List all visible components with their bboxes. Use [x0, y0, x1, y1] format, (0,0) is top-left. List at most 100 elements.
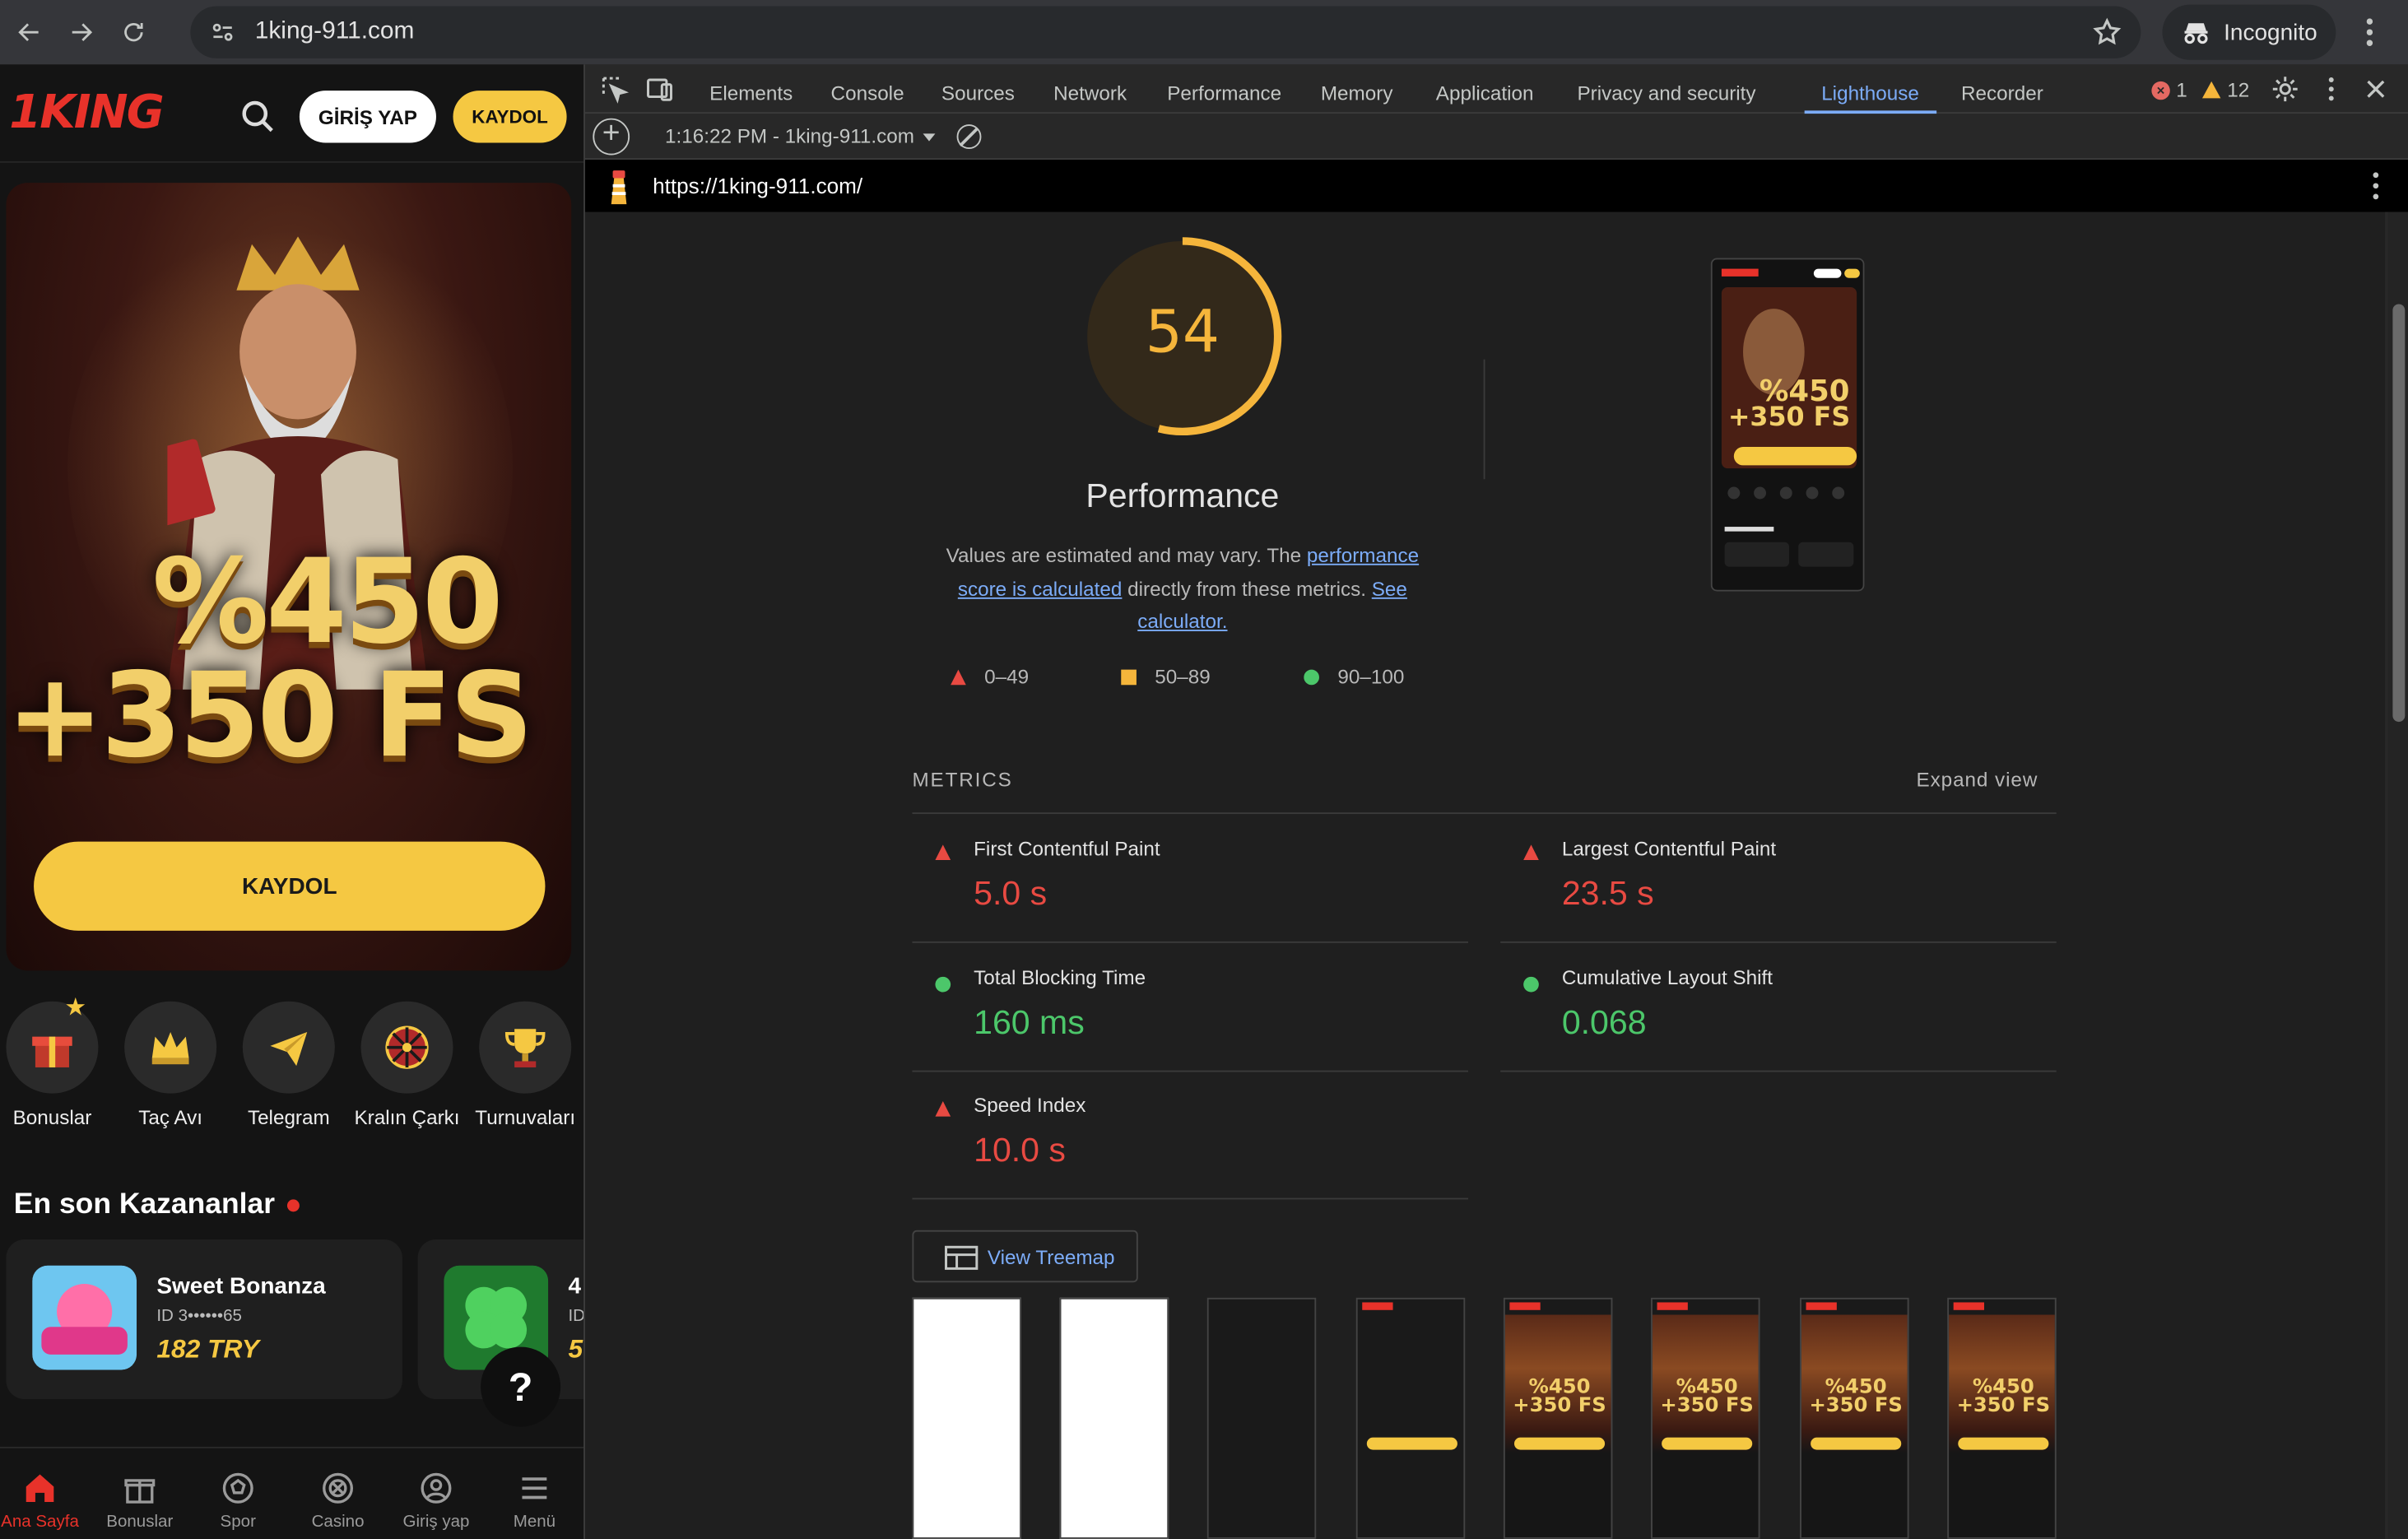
- quick-link-telegram[interactable]: Telegram: [230, 1001, 347, 1129]
- inspect-element-icon[interactable]: [599, 74, 630, 105]
- metric-speed-index: Speed Index 10.0 s: [912, 1072, 1468, 1200]
- tab-application[interactable]: Application: [1436, 64, 1534, 114]
- mini-logo: [1362, 1302, 1393, 1310]
- winner-id: ID 3••••••65: [156, 1307, 242, 1326]
- expand-view-toggle[interactable]: Expand view: [1916, 768, 2038, 791]
- soccer-ball-icon: [222, 1472, 253, 1504]
- tab-network[interactable]: Network: [1053, 64, 1127, 114]
- reload-icon: [124, 22, 143, 42]
- winner-card[interactable]: Sweet Bonanza ID 3••••••65 182 TRY: [6, 1239, 402, 1400]
- quick-link-turnuvalari[interactable]: Turnuvaları: [467, 1001, 583, 1129]
- address-bar[interactable]: 1king-911.com: [190, 6, 2141, 58]
- reload-button[interactable]: [110, 9, 156, 55]
- metric-value: 0.068: [1561, 1002, 1647, 1042]
- legend-pass: 90–100: [1304, 665, 1404, 688]
- nav-spor[interactable]: Spor: [192, 1458, 284, 1532]
- devtools-more-icon[interactable]: [2316, 74, 2346, 105]
- nav-label: Ana Sayfa: [1, 1513, 79, 1532]
- tab-console[interactable]: Console: [831, 64, 904, 114]
- winner-amount: 182 TRY: [156, 1334, 259, 1365]
- nav-menu[interactable]: Menü: [488, 1458, 580, 1532]
- legend-average-label: 50–89: [1155, 665, 1211, 689]
- fail-triangle-icon: [1523, 844, 1539, 861]
- metric-name: First Contentful Paint: [974, 837, 1160, 861]
- help-button[interactable]: ?: [481, 1346, 561, 1427]
- filmstrip-frame: [1206, 1297, 1317, 1539]
- nav-bonuslar[interactable]: Bonuslar: [94, 1458, 186, 1532]
- pass-circle-icon: [1523, 976, 1539, 993]
- devtools-tabbar: Elements Console Sources Network Perform…: [584, 64, 2408, 114]
- clear-reports-icon[interactable]: [956, 124, 982, 150]
- metrics-header: METRICS Expand view: [912, 768, 2057, 815]
- quick-link-kralin-carki[interactable]: Kralın Çarkı: [349, 1001, 466, 1129]
- filmstrip-frame: [912, 1297, 1021, 1539]
- score-legend: 0–49 50–89 90–100: [951, 665, 1442, 695]
- report-url: https://1king-911.com/: [653, 173, 863, 198]
- search-icon[interactable]: [239, 98, 277, 135]
- register-button[interactable]: KAYDOL: [453, 91, 567, 143]
- tab-sources[interactable]: Sources: [941, 64, 1015, 114]
- filmstrip-frame: [1355, 1297, 1466, 1539]
- tab-recorder[interactable]: Recorder: [1961, 64, 2043, 114]
- winner-game-name: 4: [568, 1272, 582, 1300]
- tab-elements[interactable]: Elements: [709, 64, 793, 114]
- view-treemap-button[interactable]: View Treemap: [912, 1230, 1138, 1283]
- banner-register-button[interactable]: KAYDOL: [34, 841, 546, 931]
- mini-logo: [1953, 1302, 1985, 1310]
- sweet-bonanza-thumbnail: [32, 1265, 137, 1370]
- nav-giris-yap[interactable]: Giriş yap: [390, 1458, 482, 1532]
- category-title: Performance: [1085, 476, 1280, 515]
- gift-icon: [124, 1479, 156, 1504]
- metric-cumulative-layout-shift: Cumulative Layout Shift 0.068: [1500, 945, 2057, 1072]
- site-info-icon[interactable]: [206, 16, 239, 49]
- winner-amount: 5: [568, 1334, 583, 1365]
- crown-icon: [124, 1001, 217, 1094]
- report-menu-icon[interactable]: [2373, 172, 2379, 200]
- winner-game-name: Sweet Bonanza: [156, 1272, 326, 1300]
- metric-value: 160 ms: [974, 1002, 1085, 1042]
- website-viewport: 1KING GİRİŞ YAP KAYDOL %450 +350 FS KAYD…: [0, 64, 584, 1539]
- desc-text-1: Values are estimated and may vary. The: [946, 543, 1307, 567]
- issues-counter[interactable]: × 1 12: [2151, 78, 2249, 101]
- device-toolbar-icon[interactable]: [645, 74, 676, 105]
- incognito-indicator[interactable]: Incognito: [2162, 4, 2336, 60]
- tab-privacy-security[interactable]: Privacy and security: [1577, 64, 1755, 114]
- error-count: 1: [2176, 78, 2187, 102]
- new-report-button[interactable]: +: [593, 119, 630, 156]
- metric-name: Cumulative Layout Shift: [1561, 965, 1773, 989]
- back-button[interactable]: [6, 9, 52, 55]
- settings-gear-icon[interactable]: [2270, 74, 2300, 105]
- lighthouse-report: 54 Performance Values are estimated and …: [584, 212, 2386, 1539]
- score-description: Values are estimated and may vary. The p…: [923, 539, 1443, 638]
- close-devtools-icon[interactable]: [2360, 74, 2391, 105]
- quick-link-bonuslar[interactable]: Bonuslar ★: [0, 995, 110, 1129]
- mini-logo: [1657, 1302, 1688, 1310]
- final-screenshot[interactable]: %450 +350 FS: [1710, 258, 1865, 592]
- report-selector[interactable]: 1:16:22 PM - 1king-911.com: [665, 124, 937, 147]
- fail-triangle-icon: [935, 844, 951, 861]
- incognito-label: Incognito: [2224, 19, 2317, 46]
- browser-menu-button[interactable]: [2353, 16, 2387, 49]
- performance-score: 54: [1145, 298, 1220, 366]
- forward-button[interactable]: [58, 9, 105, 55]
- url-text[interactable]: 1king-911.com: [255, 18, 415, 46]
- tab-lighthouse[interactable]: Lighthouse: [1804, 64, 1936, 114]
- quick-links: Bonuslar ★ Taç Avı Telegram Kralın Çarkı…: [0, 995, 583, 1140]
- site-logo[interactable]: 1KING: [9, 86, 165, 140]
- nav-ana-sayfa[interactable]: Ana Sayfa: [0, 1458, 86, 1532]
- fail-triangle-icon: [935, 1100, 951, 1117]
- login-button[interactable]: GİRİŞ YAP: [299, 91, 436, 143]
- quick-link-label: Taç Avı: [138, 1105, 203, 1129]
- bookmark-star-icon[interactable]: [2092, 17, 2122, 48]
- tab-memory[interactable]: Memory: [1321, 64, 1393, 114]
- tab-performance[interactable]: Performance: [1167, 64, 1281, 114]
- promo-banner[interactable]: %450 +350 FS KAYDOL: [6, 183, 572, 971]
- scrollbar-thumb[interactable]: [2392, 304, 2406, 723]
- nav-casino[interactable]: Casino: [292, 1458, 384, 1532]
- legend-pass-label: 90–100: [1337, 665, 1405, 689]
- mini-logo: [1509, 1302, 1541, 1310]
- mini-logo: [1806, 1302, 1837, 1310]
- quick-link-tac-avi[interactable]: Taç Avı: [112, 1001, 229, 1129]
- report-scrollbar[interactable]: [2387, 212, 2408, 1539]
- warning-icon: [2202, 81, 2221, 99]
